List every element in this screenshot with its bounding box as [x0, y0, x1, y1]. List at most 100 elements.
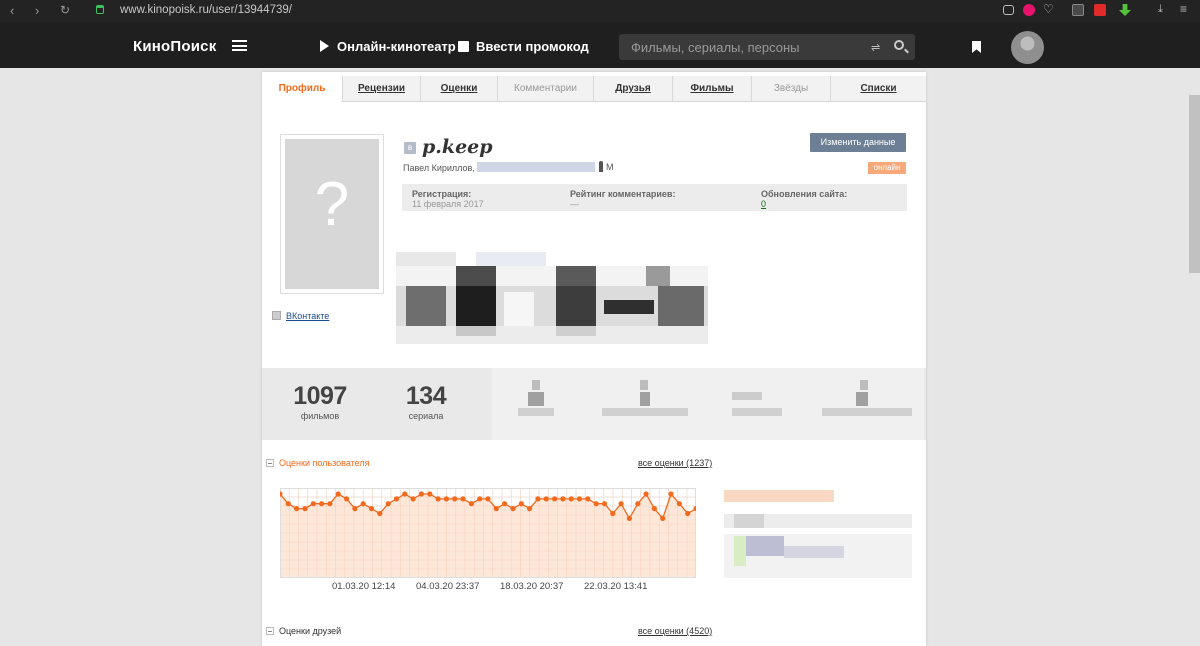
- heart-icon[interactable]: ♡: [1043, 2, 1054, 16]
- vk-link[interactable]: ВКонтакте: [286, 311, 329, 321]
- online-badge: онлайн: [868, 162, 906, 174]
- forward-icon[interactable]: ›: [35, 3, 39, 18]
- data-point: [302, 506, 308, 512]
- gender-text: М: [606, 162, 614, 172]
- tab-ratings[interactable]: Оценки: [420, 76, 497, 102]
- data-point: [560, 496, 566, 502]
- data-point: [593, 501, 599, 507]
- series-label: сериала: [408, 411, 444, 421]
- filter-icon[interactable]: ⇌: [871, 41, 880, 54]
- address-bar[interactable]: www.kinopoisk.ru/user/13944739/: [120, 4, 292, 16]
- real-name: Павел Кириллов,: [403, 162, 595, 173]
- search-input[interactable]: Фильмы, сериалы, персоны: [631, 40, 800, 55]
- lock-icon: [96, 5, 104, 14]
- download-icon[interactable]: ⤓: [1158, 3, 1163, 15]
- data-point: [518, 501, 524, 507]
- data-point: [335, 491, 341, 497]
- comment-rating-label: Рейтинг комментариев:: [570, 189, 676, 199]
- films-label: фильмов: [300, 411, 340, 421]
- all-ratings-link[interactable]: все оценки (1237): [638, 458, 712, 468]
- collapse-icon[interactable]: [266, 459, 274, 467]
- data-point: [568, 496, 574, 502]
- hamburger-icon[interactable]: [232, 40, 247, 51]
- redacted-info: [476, 162, 595, 172]
- data-point: [685, 510, 691, 517]
- registration-label: Регистрация:: [412, 189, 472, 199]
- data-point: [435, 496, 441, 502]
- comment-rating-value: —: [570, 199, 579, 209]
- data-point: [626, 515, 632, 521]
- tab-profile[interactable]: Профиль: [262, 76, 342, 102]
- data-point: [676, 501, 682, 507]
- promo-code-link[interactable]: Ввести промокод: [458, 39, 589, 54]
- x-tick-label: 18.03.20 20:37: [500, 581, 564, 592]
- data-point: [443, 496, 449, 502]
- reload-icon[interactable]: ↻: [60, 3, 70, 17]
- data-point: [385, 501, 391, 507]
- friends-ratings-label: Оценки друзей: [279, 626, 342, 636]
- site-updates-label: Обновления сайта:: [761, 189, 848, 199]
- data-point: [377, 510, 383, 517]
- search-icon[interactable]: [894, 40, 904, 50]
- series-stat: 134 сериала: [396, 382, 456, 421]
- data-point: [294, 506, 300, 512]
- site-updates-value: 0: [761, 199, 847, 209]
- ratings-chart: [280, 488, 696, 578]
- site-header: КиноПоиск Онлайн-кинотеатр Ввести промок…: [0, 22, 1200, 68]
- extension-red-icon[interactable]: [1094, 4, 1106, 16]
- comment-rating-info: Рейтинг комментариев: —: [570, 189, 675, 209]
- data-point: [660, 515, 666, 521]
- x-tick-label: 04.03.20 23:37: [416, 581, 480, 592]
- tab-friends[interactable]: Друзья: [593, 76, 672, 102]
- profile-photo: ?: [280, 134, 384, 294]
- download-green-icon[interactable]: [1119, 4, 1131, 16]
- search-box[interactable]: Фильмы, сериалы, персоны ⇌: [619, 34, 915, 60]
- user-nick: p.keep: [422, 136, 493, 158]
- tab-stars: Звёзды: [751, 76, 830, 102]
- films-stat: 1097 фильмов: [290, 382, 350, 421]
- back-icon[interactable]: ‹: [10, 3, 14, 18]
- user-ratings-title[interactable]: Оценки пользователя: [266, 458, 370, 468]
- collapse-icon[interactable]: [266, 627, 274, 635]
- chart-x-axis: 01.03.20 12:14 04.03.20 23:37 18.03.20 20:…: [280, 581, 696, 593]
- data-point: [543, 496, 549, 502]
- tab-lists[interactable]: Списки: [830, 76, 926, 102]
- data-point: [643, 491, 649, 497]
- data-point: [344, 496, 350, 502]
- vk-icon: [272, 311, 281, 320]
- photo-placeholder: ?: [285, 139, 379, 289]
- extension-pink-icon[interactable]: [1023, 4, 1035, 16]
- bookmark-icon[interactable]: [972, 41, 981, 53]
- data-point: [618, 501, 624, 507]
- gift-icon: [458, 41, 469, 52]
- online-cinema-label: Онлайн-кинотеатр: [337, 39, 456, 54]
- site-updates-link[interactable]: 0: [761, 199, 766, 209]
- profile-info-bar: Регистрация: 11 февраля 2017 Рейтинг ком…: [402, 184, 907, 211]
- logo[interactable]: КиноПоиск: [133, 38, 216, 55]
- data-point: [535, 496, 541, 502]
- scrollbar-thumb[interactable]: [1189, 95, 1200, 273]
- extension-box-icon[interactable]: [1072, 4, 1084, 16]
- data-point: [410, 496, 416, 502]
- gender: М: [599, 161, 614, 172]
- friends-ratings-title[interactable]: Оценки друзей: [266, 626, 341, 636]
- tab-reviews[interactable]: Рецензии: [342, 76, 420, 102]
- registration-info: Регистрация: 11 февраля 2017: [412, 189, 484, 209]
- site-updates-info: Обновления сайта: 0: [761, 189, 847, 209]
- tab-comments: Комментарии: [497, 76, 593, 102]
- play-icon: [320, 40, 329, 52]
- real-name-text: Павел Кириллов,: [403, 163, 475, 173]
- online-cinema-link[interactable]: Онлайн-кинотеатр: [320, 39, 456, 54]
- data-point: [460, 496, 466, 502]
- menu-icon[interactable]: ≡: [1180, 2, 1187, 16]
- data-point: [477, 496, 483, 502]
- tab-films[interactable]: Фильмы: [672, 76, 751, 102]
- user-ratings-label: Оценки пользователя: [279, 458, 370, 468]
- data-point: [601, 501, 608, 507]
- avatar[interactable]: [1011, 31, 1044, 64]
- camera-icon[interactable]: [1003, 5, 1014, 15]
- edit-profile-button[interactable]: Изменить данные: [810, 133, 906, 152]
- all-friends-ratings-link[interactable]: все оценки (4520): [638, 626, 712, 636]
- data-point: [635, 501, 641, 507]
- chart-area: [280, 494, 696, 578]
